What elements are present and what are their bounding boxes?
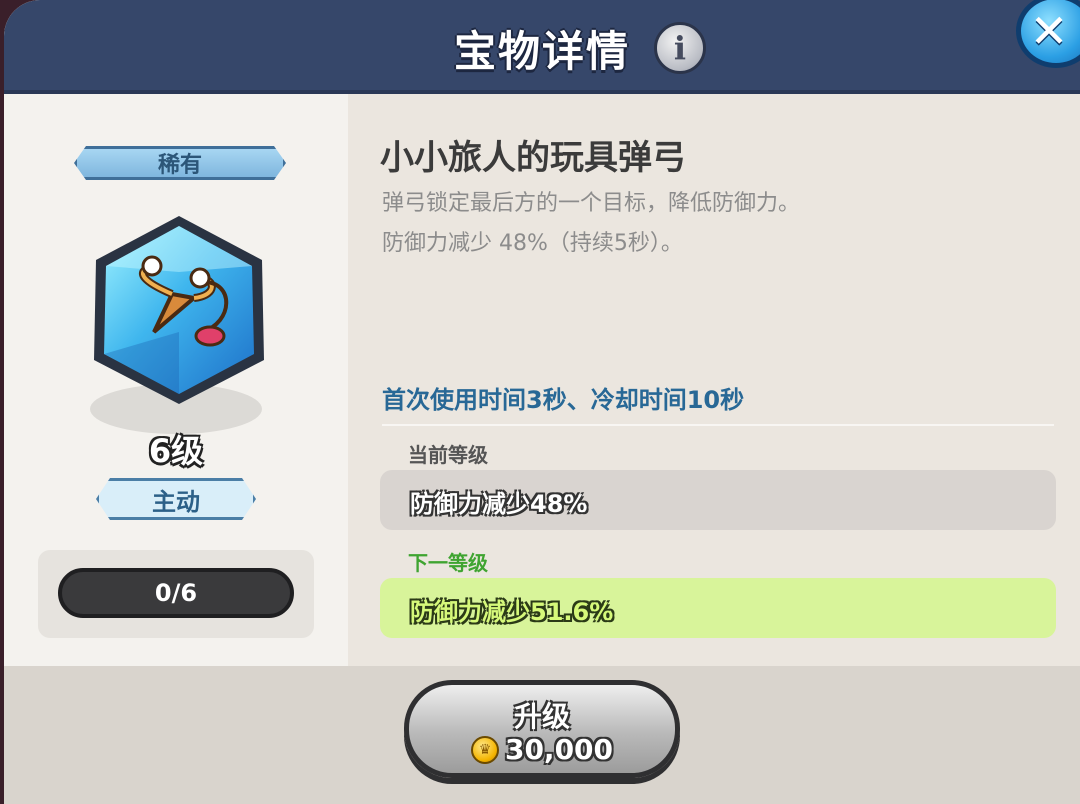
next-level-label: 下一等级 (408, 551, 488, 575)
next-effect: 防御力减少51.6% (410, 598, 614, 626)
info-button[interactable]: i (654, 22, 706, 74)
cost-amount: 30,000 (504, 733, 614, 766)
cooldown-text: 首次使用时间3秒、冷却时间10秒 (382, 386, 745, 414)
description-line: 弹弓锁定最后方的一个目标，降低防御力。 (382, 191, 801, 216)
treasure-name: 小小旅人的玩具弹弓 (380, 138, 686, 178)
coin-icon: ♛ (470, 735, 499, 764)
progress-box: 0/6 (38, 550, 314, 638)
close-icon: ✕ (1029, 4, 1069, 58)
divider (382, 424, 1054, 426)
current-effect-box: 防御力减少48% (380, 470, 1056, 530)
current-effect: 防御力减少48% (410, 490, 588, 518)
treasure-description: 弹弓锁定最后方的一个目标，降低防御力。 防御力减少 48%（持续5秒）。 (382, 184, 800, 264)
upgrade-button[interactable]: 升级 ♛ 30,000 (404, 680, 680, 778)
skill-type-badge: 主动 (96, 478, 256, 520)
info-icon: i (673, 29, 687, 67)
progress-bar: 0/6 (58, 568, 294, 618)
treasure-summary: 稀有 6级 主动 0/6 (4, 94, 348, 666)
page-title: 宝物详情 (453, 27, 630, 76)
rarity-badge: 稀有 (74, 146, 286, 180)
next-effect-box: 防御力减少51.6% (380, 578, 1056, 638)
upgrade-label: 升级 (513, 700, 570, 733)
header-bar: 宝物详情 i (4, 0, 1080, 94)
slingshot-icon[interactable] (84, 212, 274, 408)
treasure-level: 6级 (148, 432, 204, 470)
current-level-label: 当前等级 (408, 443, 488, 467)
description-line: 防御力减少 48%（持续5秒）。 (382, 231, 683, 256)
treasure-details: 小小旅人的玩具弹弓 弹弓锁定最后方的一个目标，降低防御力。 防御力减少 48%（… (348, 94, 1080, 666)
treasure-detail-panel: 宝物详情 i 稀有 6级 主动 0/6 小小旅人的玩具弹弓 弹弓锁定最后方的一个… (4, 0, 1080, 804)
upgrade-cost: ♛ 30,000 (409, 733, 675, 766)
